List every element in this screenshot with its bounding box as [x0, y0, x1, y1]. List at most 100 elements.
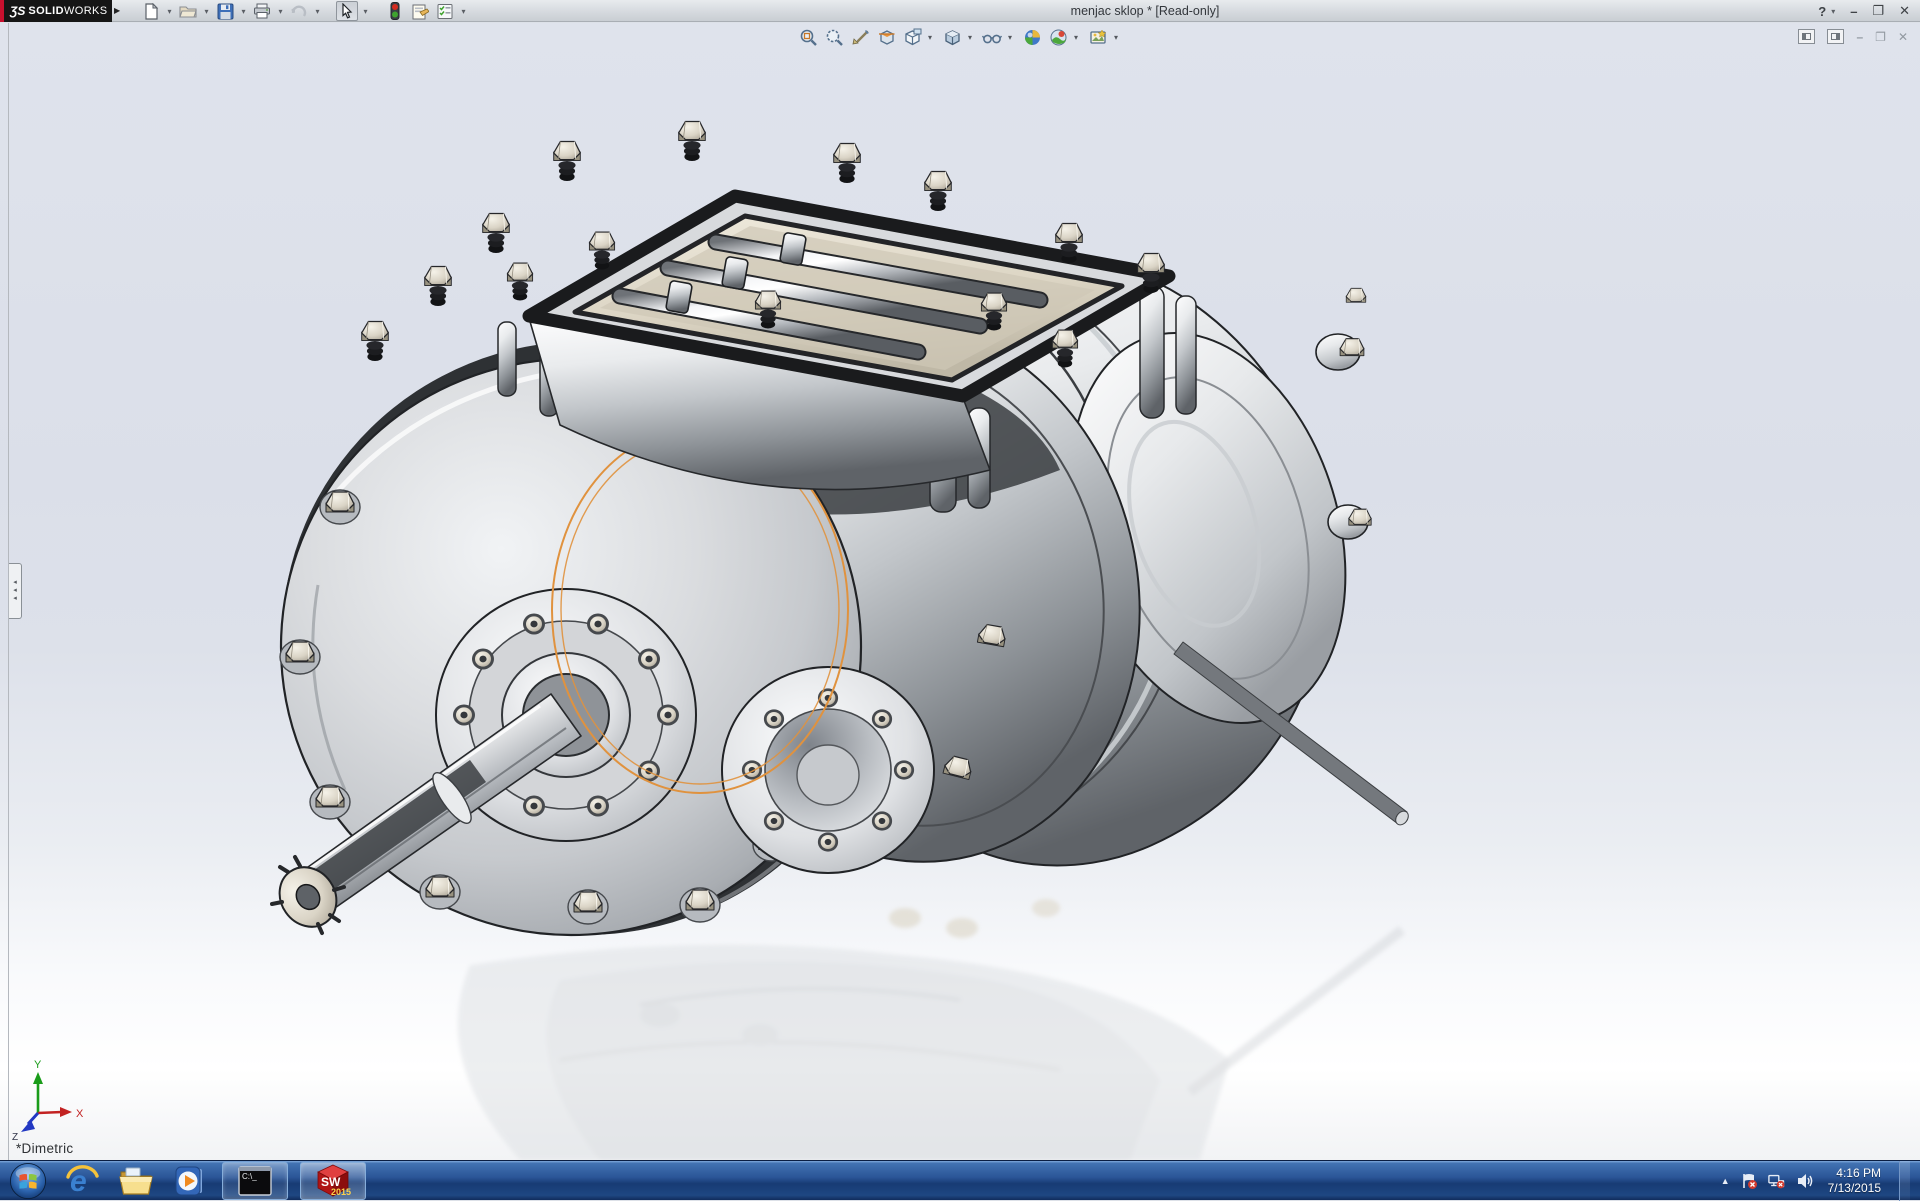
- left-pane-icon: [1802, 33, 1811, 40]
- printer-icon: [253, 3, 271, 19]
- view-orientation-dropdown-icon[interactable]: ▾: [928, 33, 936, 42]
- section-view-button[interactable]: [876, 27, 896, 47]
- windows-start-orb-icon: [9, 1162, 47, 1200]
- window-title: menjac sklop * [Read-only]: [980, 0, 1310, 22]
- flyout-arrow-icon: ◂: [13, 596, 17, 602]
- open-folder-icon: [179, 3, 197, 19]
- taskbar-clock[interactable]: 4:16 PM 7/13/2015: [1828, 1166, 1881, 1196]
- edit-appearance-button[interactable]: [1022, 27, 1042, 47]
- open-button[interactable]: [177, 1, 199, 21]
- taskbar-command-prompt[interactable]: C:\_: [222, 1162, 288, 1200]
- view-settings-icon: [1089, 28, 1108, 47]
- taskbar-windows-explorer[interactable]: [116, 1162, 156, 1200]
- new-document-button[interactable]: [140, 1, 162, 21]
- triad-y-label: Y: [34, 1059, 42, 1071]
- solidworks-application-window: { "window": { "logo_mark": "ƷS", "logo_t…: [0, 0, 1920, 1200]
- zoom-to-area-icon: [825, 28, 844, 47]
- solidworks-logo-mark: ƷS: [10, 4, 25, 18]
- system-tray: ▲ 4:16 PM: [1721, 1161, 1910, 1201]
- folder-icon: [118, 1165, 154, 1197]
- volume-speaker-icon[interactable]: [1796, 1172, 1814, 1190]
- menu-expand-arrow-icon[interactable]: ▶: [114, 6, 120, 15]
- document-window-controls: – ❐ ✕: [1798, 29, 1908, 44]
- traffic-light-icon: [390, 2, 400, 20]
- close-button[interactable]: ✕: [1899, 3, 1910, 19]
- start-button[interactable]: [8, 1162, 48, 1200]
- select-tool-button[interactable]: [336, 1, 358, 21]
- solidworks-2015-icon: SW 2015: [315, 1163, 351, 1199]
- previous-view-button[interactable]: [850, 27, 870, 47]
- appearance-ball-icon: [1023, 28, 1042, 47]
- options-button[interactable]: [434, 1, 456, 21]
- help-button[interactable]: ?: [1818, 4, 1826, 19]
- document-minimize-button[interactable]: –: [1856, 30, 1863, 44]
- view-orientation-label: *Dimetric: [16, 1141, 73, 1156]
- taskbar-solidworks[interactable]: SW 2015: [300, 1162, 366, 1200]
- view-orientation-button[interactable]: [902, 27, 922, 47]
- collapse-left-pane-button[interactable]: [1798, 29, 1815, 44]
- display-style-button[interactable]: [942, 27, 962, 47]
- triad-x-label: X: [76, 1108, 84, 1120]
- model-floor-reflection: [458, 899, 1402, 1160]
- view-settings-button[interactable]: [1088, 27, 1108, 47]
- network-status-icon[interactable]: [1768, 1172, 1786, 1190]
- zoom-to-area-button[interactable]: [824, 27, 844, 47]
- zoom-to-fit-button[interactable]: [798, 27, 818, 47]
- taskbar-media-player[interactable]: [170, 1162, 210, 1200]
- clock-date: 7/13/2015: [1828, 1181, 1881, 1196]
- display-style-dropdown-icon[interactable]: ▾: [968, 33, 976, 42]
- hide-show-dropdown-icon[interactable]: ▾: [1008, 33, 1016, 42]
- show-desktop-button[interactable]: [1899, 1161, 1910, 1201]
- previous-view-icon: [851, 28, 870, 47]
- solidworks-logo-text: SOLIDWORKS: [28, 5, 107, 17]
- cursor-arrow-icon: [340, 3, 354, 19]
- undo-button[interactable]: [288, 1, 310, 21]
- media-player-icon: [173, 1164, 207, 1198]
- file-properties-button[interactable]: [409, 1, 431, 21]
- section-view-icon: [877, 28, 896, 47]
- tray-expand-icon[interactable]: ▲: [1721, 1176, 1730, 1186]
- undo-dropdown-icon[interactable]: ▾: [313, 7, 322, 16]
- title-bar: ƷS SOLIDWORKS ▶ ▾ ▾: [0, 0, 1920, 22]
- view-orientation-cube-icon: [903, 28, 922, 47]
- select-dropdown-icon[interactable]: ▾: [361, 7, 370, 16]
- document-restore-button[interactable]: ❐: [1875, 30, 1886, 44]
- options-checklist-icon: [436, 3, 454, 20]
- undo-arrow-icon: [290, 3, 308, 19]
- new-dropdown-icon[interactable]: ▾: [165, 7, 174, 16]
- gearbox-3d-model[interactable]: [268, 122, 1411, 938]
- options-dropdown-icon[interactable]: ▾: [459, 7, 468, 16]
- save-button[interactable]: [214, 1, 236, 21]
- document-close-button[interactable]: ✕: [1898, 30, 1908, 44]
- print-button[interactable]: [251, 1, 273, 21]
- action-center-flag-icon[interactable]: [1740, 1172, 1758, 1190]
- view-settings-dropdown-icon[interactable]: ▾: [1114, 33, 1122, 42]
- reference-triad: Y X Z: [12, 1059, 84, 1143]
- apply-scene-dropdown-icon[interactable]: ▾: [1074, 33, 1082, 42]
- display-style-cube-icon: [943, 28, 962, 47]
- restore-button[interactable]: ❐: [1872, 3, 1884, 19]
- save-floppy-icon: [217, 3, 234, 20]
- solidworks-logo[interactable]: ƷS SOLIDWORKS: [0, 0, 112, 22]
- open-dropdown-icon[interactable]: ▾: [202, 7, 211, 16]
- apply-scene-button[interactable]: [1048, 27, 1068, 47]
- rebuild-button[interactable]: [384, 1, 406, 21]
- windows-taskbar: e C:\_ SW 201: [0, 1160, 1920, 1200]
- graphics-viewport[interactable]: Y X Z: [0, 23, 1920, 1160]
- save-dropdown-icon[interactable]: ▾: [239, 7, 248, 16]
- hide-show-items-button[interactable]: [982, 27, 1002, 47]
- help-dropdown-icon[interactable]: ▾: [1831, 7, 1835, 16]
- minimize-button[interactable]: –: [1850, 4, 1857, 19]
- flyout-arrow-icon: ◂: [13, 580, 17, 586]
- zoom-to-fit-icon: [799, 28, 818, 47]
- 3d-scene: Y X Z: [0, 23, 1920, 1160]
- main-toolbar: ▾ ▾ ▾ ▾: [140, 0, 468, 22]
- print-dropdown-icon[interactable]: ▾: [276, 7, 285, 16]
- taskbar-internet-explorer[interactable]: e: [62, 1162, 102, 1200]
- collapse-right-pane-button[interactable]: [1827, 29, 1844, 44]
- clock-time: 4:16 PM: [1828, 1166, 1881, 1181]
- command-prompt-icon: C:\_: [237, 1166, 273, 1196]
- titlebar-window-controls: ? ▾ – ❐ ✕: [1818, 0, 1910, 22]
- heads-up-view-toolbar: ▾ ▾ ▾: [798, 27, 1122, 47]
- feature-tree-flyout-tab[interactable]: ◂ ◂ ◂: [9, 563, 22, 619]
